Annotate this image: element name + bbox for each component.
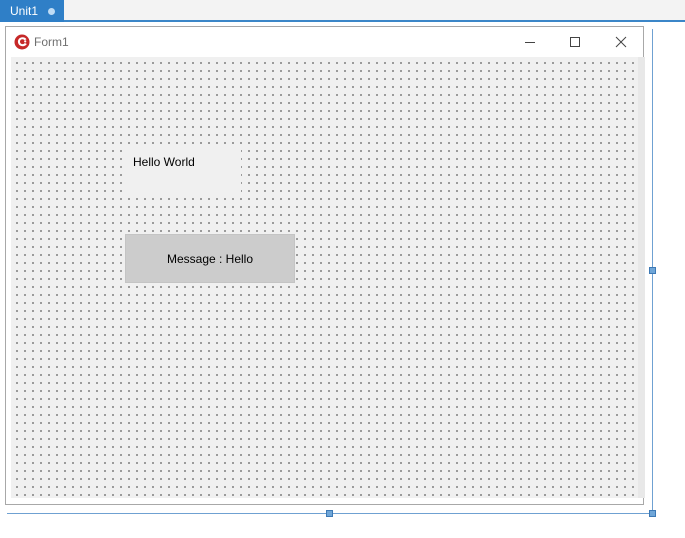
lazarus-app-icon bbox=[14, 34, 30, 50]
tab-unit1[interactable]: Unit1 bbox=[0, 0, 64, 22]
form-titlebar[interactable]: Form1 bbox=[6, 27, 643, 57]
minimize-icon[interactable] bbox=[515, 31, 545, 53]
form-client-area[interactable]: Hello World Message : Hello bbox=[11, 57, 645, 498]
message-button-caption: Message : Hello bbox=[166, 251, 254, 266]
form-designer-window[interactable]: Form1 Hello World Message : Hello bbox=[5, 26, 645, 505]
tab-modified-dot-icon bbox=[48, 7, 56, 15]
form-title: Form1 bbox=[34, 35, 69, 49]
tab-unit1-label: Unit1 bbox=[10, 4, 39, 18]
close-icon[interactable] bbox=[606, 31, 636, 53]
resize-grip-corner[interactable] bbox=[649, 510, 656, 517]
resize-grip-bottom[interactable] bbox=[326, 510, 333, 517]
editor-tab-strip: Unit1 bbox=[0, 0, 685, 22]
maximize-icon[interactable] bbox=[560, 31, 590, 53]
hello-world-label[interactable]: Hello World bbox=[127, 146, 241, 197]
resize-grip-right[interactable] bbox=[649, 267, 656, 274]
client-right-edge bbox=[638, 57, 645, 498]
message-button[interactable]: Message : Hello bbox=[125, 234, 295, 283]
hello-world-label-text: Hello World bbox=[133, 155, 195, 169]
